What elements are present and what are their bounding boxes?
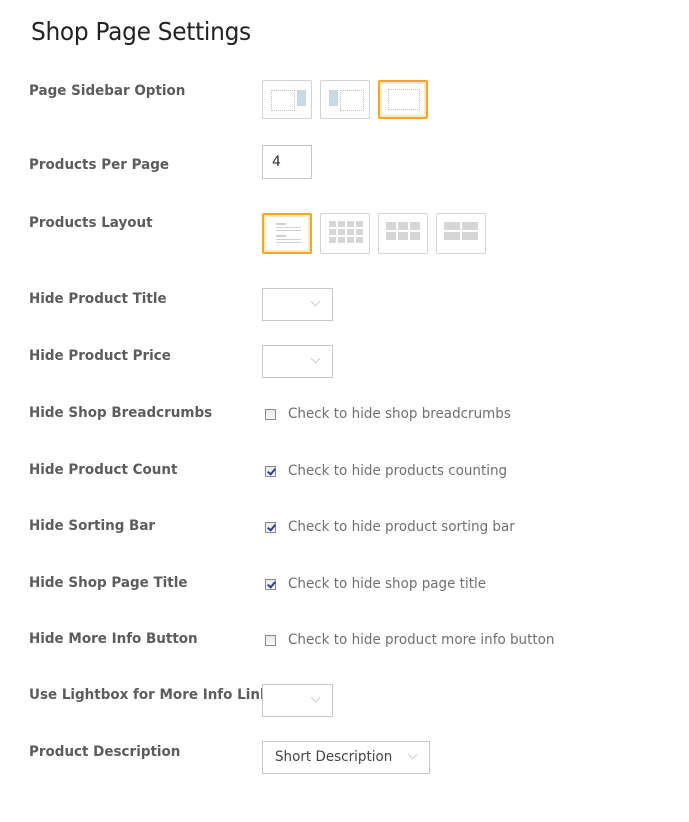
products-layout-label: Products Layout (29, 215, 153, 231)
sidebar-option-right[interactable] (262, 80, 312, 119)
products-layout-group (262, 213, 486, 254)
grid-cell (462, 222, 478, 230)
grid-cell (356, 237, 363, 243)
grid-cell (356, 221, 363, 227)
hide-shop-page-title-checkbox[interactable] (265, 578, 276, 590)
hide-shop-page-title-field: Check to hide shop page title (262, 574, 501, 594)
hide-more-info-button-label: Hide More Info Button (29, 631, 198, 647)
hide-shop-breadcrumbs-checkbox[interactable] (265, 408, 276, 420)
grid-cell (386, 222, 396, 230)
grid-cell (410, 222, 420, 230)
hide-more-info-button-checkbox-label[interactable]: Check to hide product more info button (288, 632, 554, 648)
product-description-label: Product Description (29, 744, 181, 760)
use-lightbox-label: Use Lightbox for More Info Link (29, 687, 269, 703)
grid-cell (347, 229, 354, 235)
hide-product-price-label: Hide Product Price (29, 348, 171, 364)
hide-product-count-checkbox-label[interactable]: Check to hide products counting (288, 463, 507, 479)
grid-cell (338, 229, 345, 235)
sidebar-option-left[interactable] (320, 80, 370, 119)
page-title: Shop Page Settings (31, 17, 251, 46)
grid-cell (338, 221, 345, 227)
grid-cell (356, 229, 363, 235)
grid-cell (347, 237, 354, 243)
grid-cell (338, 237, 345, 243)
sidebar-option-group (262, 80, 428, 119)
hide-product-title-label: Hide Product Title (29, 291, 167, 307)
grid-cell (386, 232, 396, 240)
hide-product-count-field: Check to hide products counting (262, 461, 524, 481)
setting-row-hide-product-price: Hide Product Price (0, 345, 689, 378)
grid-cell (329, 237, 336, 243)
layout-option-4-columns[interactable] (320, 213, 370, 254)
hide-sorting-bar-label: Hide Sorting Bar (29, 518, 156, 534)
hide-shop-breadcrumbs-field: Check to hide shop breadcrumbs (262, 404, 528, 424)
hide-product-count-label: Hide Product Count (29, 462, 178, 478)
layout-option-2-columns[interactable] (436, 213, 486, 254)
grid-cell (398, 232, 408, 240)
sidebar-option-label: Page Sidebar Option (29, 83, 186, 99)
chevron-down-icon (310, 692, 321, 703)
layout-option-list[interactable] (262, 213, 312, 254)
hide-shop-page-title-label: Hide Shop Page Title (29, 575, 188, 591)
setting-row-use-lightbox: Use Lightbox for More Info Link (0, 684, 689, 717)
grid-cell (444, 222, 460, 230)
grid-cell (329, 229, 336, 235)
hide-product-price-select[interactable] (262, 345, 333, 378)
hide-shop-page-title-checkbox-label[interactable]: Check to hide shop page title (288, 576, 486, 592)
grid-cell (462, 232, 478, 240)
hide-sorting-bar-checkbox[interactable] (265, 521, 276, 533)
sidebar-option-none[interactable] (378, 80, 428, 119)
chevron-down-icon (407, 749, 418, 760)
use-lightbox-select[interactable] (262, 684, 333, 717)
product-description-select[interactable]: Short Description (262, 741, 430, 774)
hide-sorting-bar-field: Check to hide product sorting bar (262, 517, 532, 537)
grid-cell (329, 221, 336, 227)
hide-shop-breadcrumbs-checkbox-label[interactable]: Check to hide shop breadcrumbs (288, 406, 511, 422)
setting-row-hide-product-title: Hide Product Title (0, 288, 689, 321)
hide-product-count-checkbox[interactable] (265, 465, 276, 477)
chevron-down-icon (310, 296, 321, 307)
grid-cell (410, 232, 420, 240)
layout-option-3-columns[interactable] (378, 213, 428, 254)
products-per-page-label: Products Per Page (29, 157, 170, 173)
grid-cell (444, 232, 460, 240)
hide-more-info-button-checkbox[interactable] (265, 634, 276, 646)
hide-more-info-button-field: Check to hide product more info button (262, 630, 575, 650)
hide-product-title-select[interactable] (262, 288, 333, 321)
chevron-down-icon (310, 353, 321, 364)
grid-cell (398, 222, 408, 230)
product-description-value: Short Description (275, 749, 393, 765)
setting-row-product-description: Product Description Short Description (0, 741, 689, 774)
grid-cell (347, 221, 354, 227)
hide-sorting-bar-checkbox-label[interactable]: Check to hide product sorting bar (288, 519, 515, 535)
products-per-page-input[interactable] (262, 145, 312, 179)
hide-shop-breadcrumbs-label: Hide Shop Breadcrumbs (29, 405, 213, 421)
